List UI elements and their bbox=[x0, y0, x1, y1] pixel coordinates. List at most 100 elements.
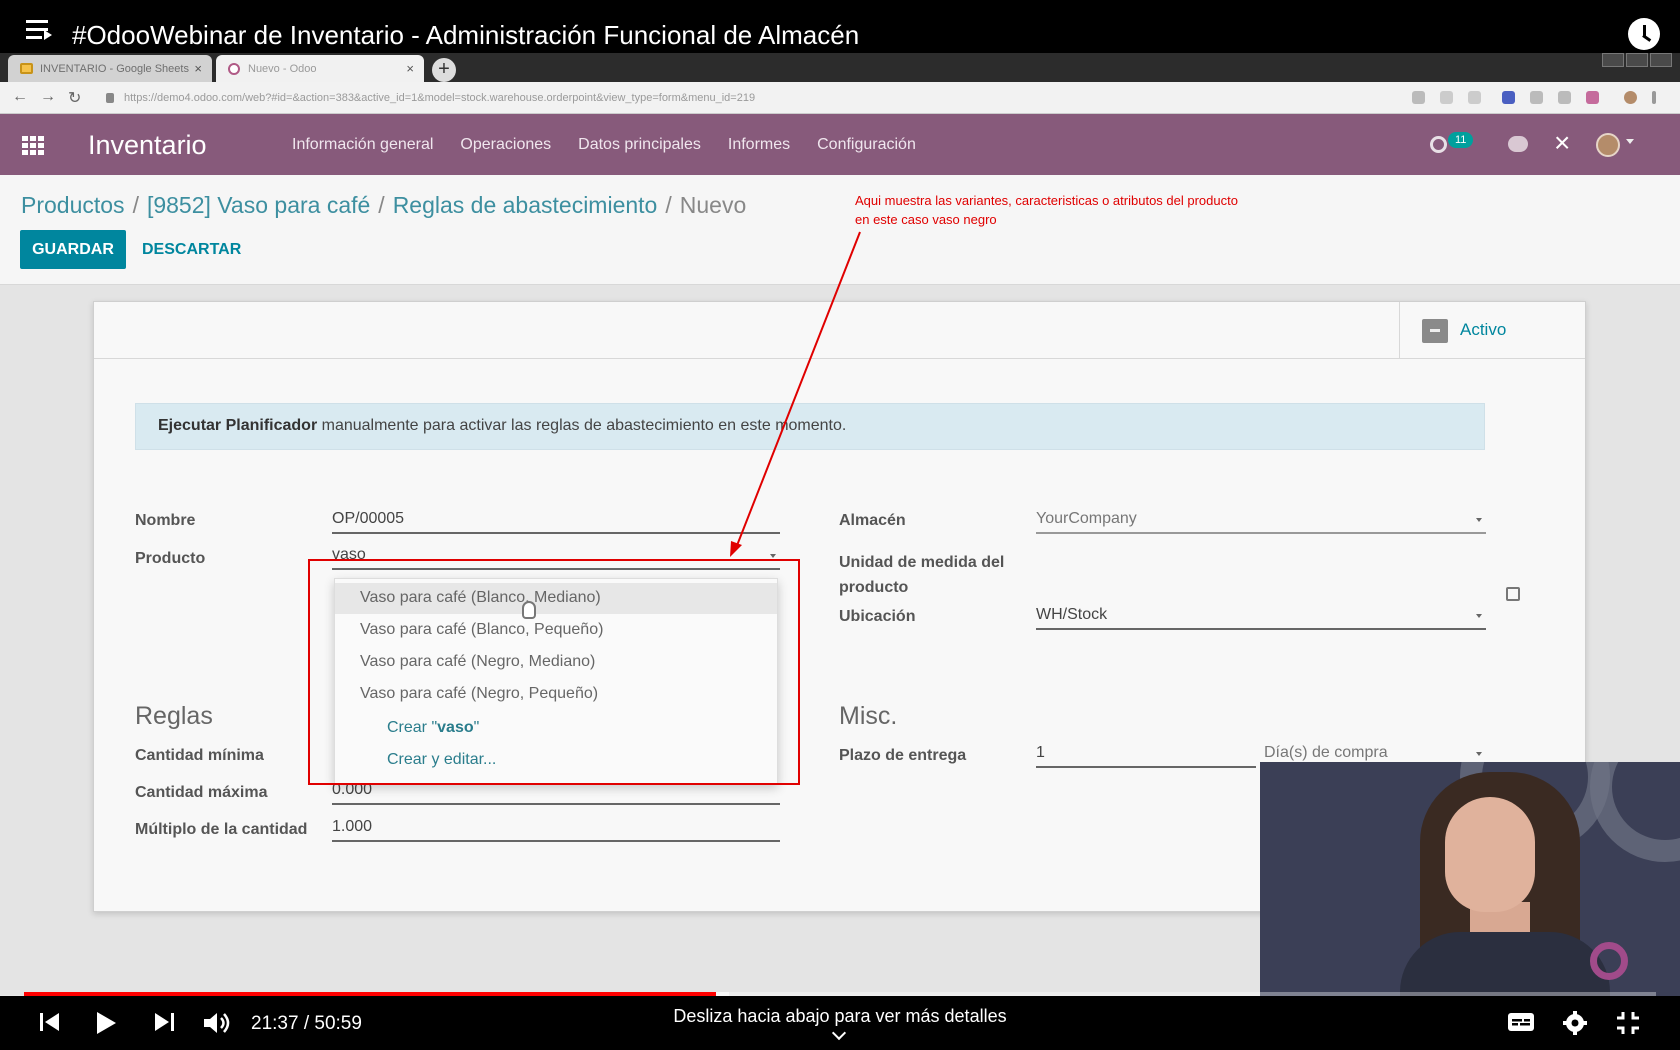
exit-fullscreen-icon[interactable] bbox=[1615, 1010, 1641, 1036]
lock-icon bbox=[106, 93, 114, 103]
sheets-icon bbox=[20, 63, 33, 74]
close-icon[interactable]: × bbox=[1554, 127, 1570, 159]
video-title-bar: #OdooWebinar de Inventario - Administrac… bbox=[0, 0, 1680, 53]
chevron-down-icon[interactable] bbox=[1476, 614, 1482, 618]
systray: 11 × bbox=[1420, 114, 1680, 175]
extension-icon[interactable] bbox=[1502, 91, 1515, 104]
almacen-field[interactable]: YourCompany bbox=[1036, 506, 1486, 534]
minimize-icon[interactable] bbox=[1602, 53, 1624, 67]
close-icon[interactable]: × bbox=[406, 61, 414, 76]
odoo-logo-icon bbox=[1590, 942, 1628, 980]
activity-badge: 11 bbox=[1448, 132, 1474, 148]
plazo-field[interactable]: 1 bbox=[1036, 740, 1256, 768]
chevron-down-icon[interactable] bbox=[831, 1025, 847, 1041]
misc-heading: Misc. bbox=[839, 702, 898, 730]
annotation-highlight-box bbox=[308, 559, 800, 785]
plazo-label: Plazo de entrega bbox=[839, 747, 967, 764]
cantidad-minima-label: Cantidad mínima bbox=[135, 747, 264, 764]
video-title: #OdooWebinar de Inventario - Administrac… bbox=[72, 20, 860, 50]
settings-gear-icon[interactable] bbox=[1562, 1010, 1588, 1036]
chevron-down-icon[interactable] bbox=[1476, 518, 1482, 522]
url-text: https://demo4.odoo.com/web?#id=&action=3… bbox=[124, 92, 756, 104]
close-icon[interactable]: × bbox=[194, 61, 202, 76]
menu-configuracion[interactable]: Configuración bbox=[817, 136, 916, 154]
save-button[interactable]: GUARDAR bbox=[20, 230, 126, 269]
active-label: Activo bbox=[1460, 320, 1507, 339]
ubicacion-field[interactable]: WH/Stock bbox=[1036, 602, 1486, 630]
close-window-icon[interactable] bbox=[1650, 53, 1672, 67]
watch-later-icon[interactable] bbox=[1628, 18, 1660, 50]
breadcrumb-productos[interactable]: Productos bbox=[21, 192, 125, 218]
alert-bold: Ejecutar Planificador bbox=[158, 417, 318, 434]
breadcrumb-current: Nuevo bbox=[679, 192, 747, 218]
breadcrumb-reglas[interactable]: Reglas de abastecimiento bbox=[393, 192, 658, 218]
scroll-hint: Desliza hacia abajo para ver más detalle… bbox=[673, 1006, 1007, 1026]
nombre-label: Nombre bbox=[135, 512, 196, 529]
subtitles-icon[interactable] bbox=[1507, 1010, 1535, 1034]
zoom-icon[interactable] bbox=[1440, 91, 1453, 104]
video-player[interactable]: #OdooWebinar de Inventario - Administrac… bbox=[0, 0, 1680, 1050]
nombre-field[interactable]: OP/00005 bbox=[332, 506, 780, 534]
odoo-navbar: Inventario Información general Operacion… bbox=[0, 114, 1680, 175]
reload-icon[interactable]: ↻ bbox=[68, 88, 81, 108]
browser-tab-sheets[interactable]: INVENTARIO - Google Sheets × bbox=[8, 55, 212, 82]
annotation-text: Aqui muestra las variantes, caracteristi… bbox=[855, 193, 1238, 227]
presenter-webcam bbox=[1260, 762, 1680, 998]
maximize-icon[interactable] bbox=[1626, 53, 1648, 67]
menu-operaciones[interactable]: Operaciones bbox=[460, 136, 551, 154]
chat-icon[interactable] bbox=[1508, 136, 1528, 152]
almacen-label: Almacén bbox=[839, 512, 906, 529]
playlist-icon[interactable] bbox=[26, 20, 52, 40]
chevron-down-icon[interactable] bbox=[1626, 139, 1634, 144]
translate-icon[interactable] bbox=[1412, 91, 1425, 104]
reglas-heading: Reglas bbox=[135, 702, 213, 730]
breadcrumb-vaso[interactable]: [9852] Vaso para café bbox=[147, 192, 370, 218]
browser-tab-strip: INVENTARIO - Google Sheets × Nuevo - Odo… bbox=[0, 53, 1680, 82]
control-panel: Productos / [9852] Vaso para café / Reglas d… bbox=[0, 175, 1680, 285]
plazo-unit-value: Día(s) de compra bbox=[1264, 744, 1388, 761]
almacen-value: YourCompany bbox=[1036, 510, 1137, 527]
apps-menu-icon[interactable] bbox=[22, 136, 44, 155]
chevron-down-icon[interactable] bbox=[1476, 752, 1482, 756]
external-link-icon[interactable] bbox=[1506, 587, 1520, 601]
chrome-menu-icon[interactable] bbox=[1652, 91, 1656, 104]
app-name[interactable]: Inventario bbox=[88, 130, 207, 161]
browser-tab-label: Nuevo - Odoo bbox=[248, 63, 317, 75]
forward-icon[interactable]: → bbox=[40, 88, 56, 106]
odoo-icon bbox=[228, 63, 240, 75]
alert-text: manualmente para activar las reglas de a… bbox=[317, 417, 847, 434]
discard-button[interactable]: DESCARTAR bbox=[142, 230, 241, 269]
info-alert: Ejecutar Planificador manualmente para a… bbox=[135, 403, 1485, 450]
bookmark-star-icon[interactable] bbox=[1468, 91, 1481, 104]
browser-toolbar: ← → ↻ https://demo4.odoo.com/web?#id=&ac… bbox=[0, 82, 1680, 114]
back-icon[interactable]: ← bbox=[12, 88, 28, 106]
browser-tab-label: INVENTARIO - Google Sheets bbox=[40, 63, 189, 75]
new-tab-button[interactable]: + bbox=[432, 58, 456, 82]
active-toggle-button[interactable]: Activo bbox=[1399, 302, 1585, 359]
address-bar[interactable]: https://demo4.odoo.com/web?#id=&action=3… bbox=[100, 87, 1400, 109]
menu-datos-principales[interactable]: Datos principales bbox=[578, 136, 701, 154]
button-box: Activo bbox=[94, 302, 1585, 359]
multiplo-label: Múltiplo de la cantidad bbox=[135, 821, 308, 838]
chevron-down-icon[interactable] bbox=[770, 554, 776, 558]
uom-label: Unidad de medida del producto bbox=[839, 554, 1005, 596]
producto-label: Producto bbox=[135, 550, 206, 567]
extension-icon[interactable] bbox=[1586, 91, 1599, 104]
archive-icon bbox=[1422, 319, 1448, 343]
menu-informacion-general[interactable]: Información general bbox=[292, 136, 433, 154]
video-controls: 21:37 / 50:59 Desliza hacia abajo para v… bbox=[0, 996, 1680, 1050]
menu-informes[interactable]: Informes bbox=[728, 136, 790, 154]
activity-clock-icon[interactable] bbox=[1430, 136, 1447, 153]
browser-tab-odoo[interactable]: Nuevo - Odoo × bbox=[216, 55, 424, 82]
profile-icon[interactable] bbox=[1624, 91, 1637, 104]
breadcrumb: Productos / [9852] Vaso para café / Reglas d… bbox=[21, 192, 747, 218]
extension-icon[interactable] bbox=[1558, 91, 1571, 104]
top-menu: Información general Operaciones Datos pr… bbox=[292, 136, 916, 154]
ubicacion-value: WH/Stock bbox=[1036, 606, 1108, 623]
extension-icon[interactable] bbox=[1530, 91, 1543, 104]
multiplo-field[interactable]: 1.000 bbox=[332, 814, 780, 842]
cantidad-maxima-label: Cantidad máxima bbox=[135, 784, 268, 801]
window-controls bbox=[1602, 53, 1672, 70]
avatar[interactable] bbox=[1596, 133, 1620, 157]
ubicacion-label: Ubicación bbox=[839, 608, 916, 625]
